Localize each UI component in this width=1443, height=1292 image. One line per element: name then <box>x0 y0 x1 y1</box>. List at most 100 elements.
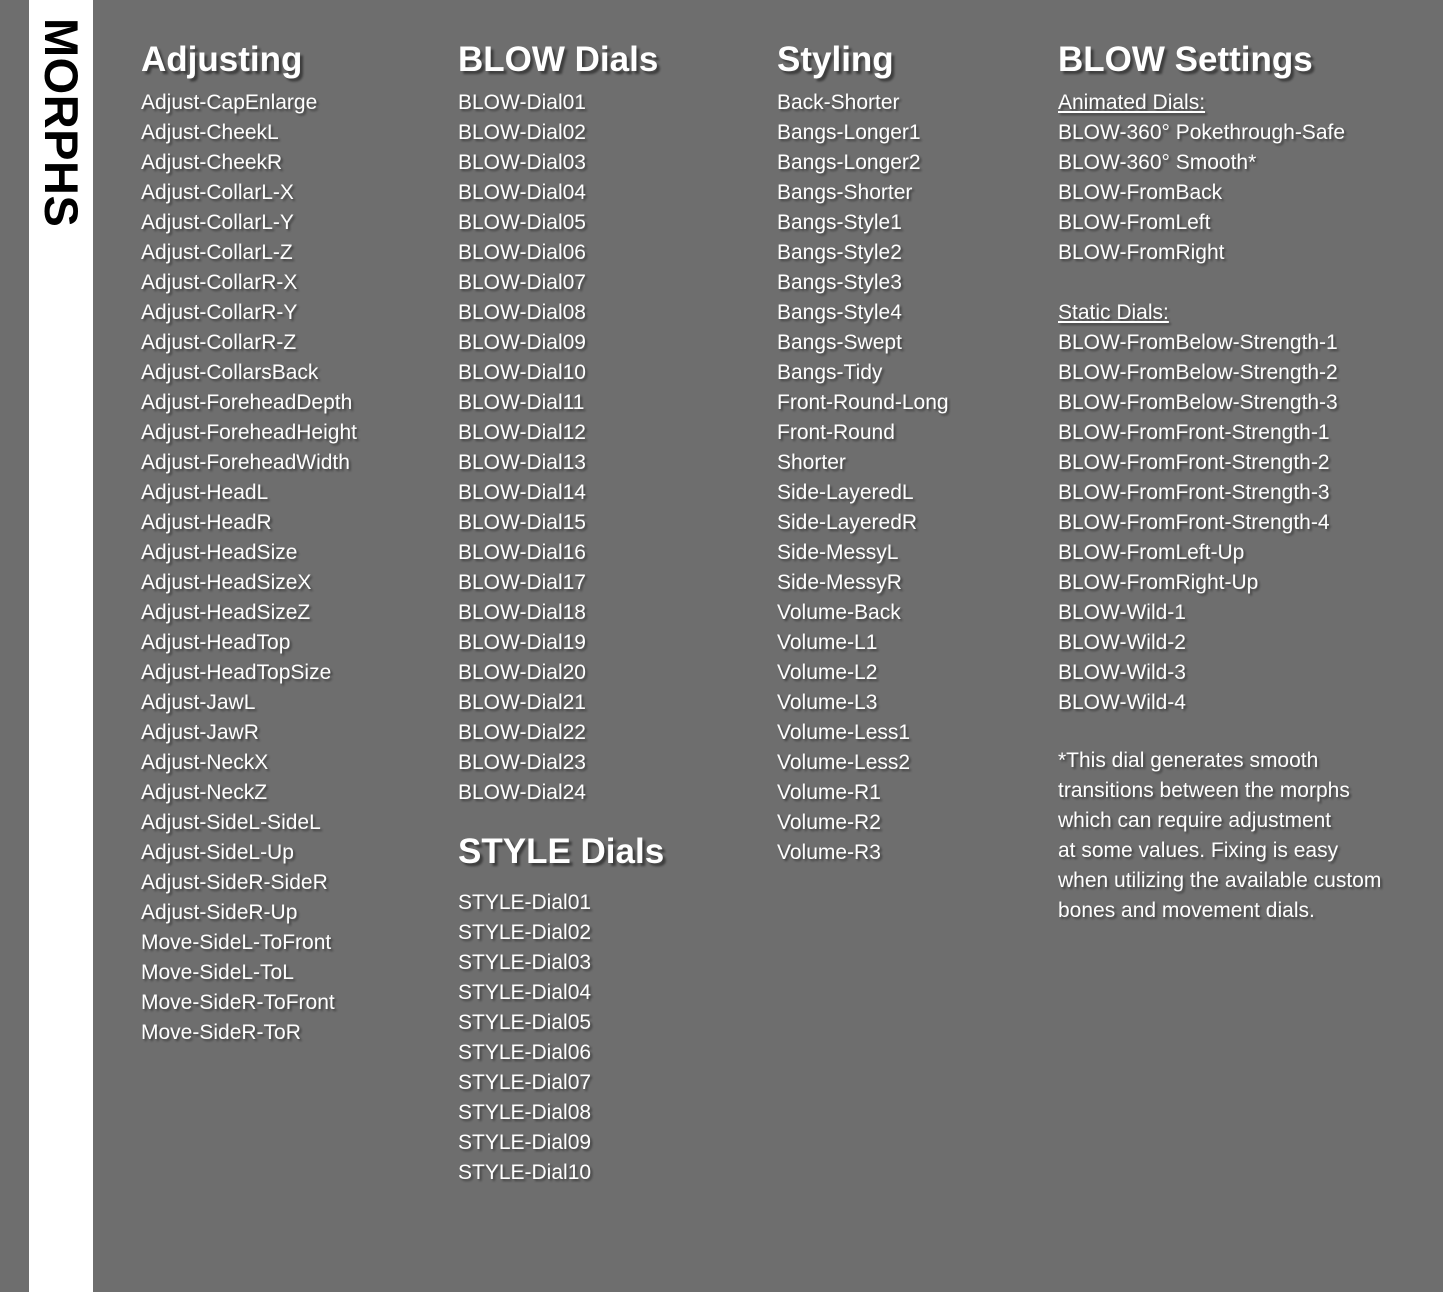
list-item: Move-SideR-ToR <box>141 1021 301 1044</box>
section-title-style-dials: STYLE Dials <box>458 832 665 871</box>
list-item: BLOW-Dial12 <box>458 421 586 444</box>
list-item: Adjust-JawR <box>141 721 259 744</box>
list-item: Adjust-ForeheadWidth <box>141 451 350 474</box>
list-item: BLOW-Dial07 <box>458 271 586 294</box>
list-item: Volume-Back <box>777 601 901 624</box>
list-item: Side-LayeredR <box>777 511 918 534</box>
list-item: Adjust-ForeheadHeight <box>141 421 357 444</box>
list-item: BLOW-Dial21 <box>458 691 586 714</box>
list-item: BLOW-Dial24 <box>458 781 586 804</box>
list-item: Bangs-Style1 <box>777 211 902 234</box>
list-item: Adjust-SideR-SideR <box>141 871 328 894</box>
list-item: Adjust-HeadTop <box>141 631 291 654</box>
list-item: BLOW-360° Smooth* <box>1058 151 1257 174</box>
list-item: BLOW-Dial15 <box>458 511 586 534</box>
list-item: STYLE-Dial06 <box>458 1041 592 1064</box>
column-title-blow-dials: BLOW Dials <box>458 40 659 79</box>
list-item: STYLE-Dial09 <box>458 1131 592 1154</box>
list-item: Move-SideL-ToFront <box>141 931 332 954</box>
list-item: Front-Round <box>777 421 895 444</box>
list-item: BLOW-FromFront-Strength-4 <box>1058 511 1330 534</box>
list-item: Bangs-Shorter <box>777 181 913 204</box>
list-item: Front-Round-Long <box>777 391 949 414</box>
list-item: STYLE-Dial10 <box>458 1161 592 1184</box>
list-item: Adjust-NeckX <box>141 751 269 774</box>
footnote-line: transitions between the morphs <box>1058 779 1350 802</box>
list-item: BLOW-Dial17 <box>458 571 586 594</box>
list-item: BLOW-FromFront-Strength-3 <box>1058 481 1330 504</box>
group-heading: Static Dials: <box>1058 301 1169 324</box>
list-item: BLOW-360° Pokethrough-Safe <box>1058 121 1346 144</box>
list-item: Adjust-SideL-SideL <box>141 811 321 834</box>
list-item: BLOW-Dial10 <box>458 361 586 384</box>
list-item: Adjust-CollarL-X <box>141 181 294 204</box>
list-item: Adjust-CollarR-Z <box>141 331 297 354</box>
list-item: Volume-L3 <box>777 691 878 714</box>
group-list: BLOW-FromBelow-Strength-1 BLOW-FromBelow-… <box>1058 328 1428 718</box>
list-item: Shorter <box>777 451 846 474</box>
list-item: BLOW-FromFront-Strength-1 <box>1058 421 1330 444</box>
list-item: BLOW-Dial18 <box>458 601 586 624</box>
list-item: Back-Shorter <box>777 91 900 114</box>
list-item: BLOW-Dial23 <box>458 751 586 774</box>
list-item: Volume-L1 <box>777 631 878 654</box>
list-item: BLOW-FromBelow-Strength-1 <box>1058 331 1338 354</box>
list-item: BLOW-Dial13 <box>458 451 586 474</box>
list-item: Adjust-HeadSizeX <box>141 571 312 594</box>
list-item: Adjust-CapEnlarge <box>141 91 318 114</box>
list-item: Adjust-CollarL-Y <box>141 211 294 234</box>
list-item: STYLE-Dial03 <box>458 951 592 974</box>
group-heading: Animated Dials: <box>1058 91 1206 114</box>
list-item: Adjust-CheekR <box>141 151 283 174</box>
list-item: Adjust-CheekL <box>141 121 279 144</box>
list-item: BLOW-Dial11 <box>458 391 585 414</box>
blow-settings-groups: Animated Dials: BLOW-360° Pokethrough-Saf… <box>1058 88 1428 718</box>
list-item: Bangs-Tidy <box>777 361 883 384</box>
list-item: Bangs-Longer2 <box>777 151 921 174</box>
column-adjusting: Adjusting Adjust-CapEnlarge Adjust-CheekL… <box>141 40 451 1048</box>
list-item: Volume-R1 <box>777 781 881 804</box>
list-item: BLOW-Dial20 <box>458 661 586 684</box>
list-item: Move-SideR-ToFront <box>141 991 335 1014</box>
list-item: BLOW-FromBack <box>1058 181 1223 204</box>
list-item: BLOW-Dial08 <box>458 301 586 324</box>
list-item: BLOW-Dial16 <box>458 541 586 564</box>
column-title-adjusting: Adjusting <box>141 40 303 79</box>
list-item: STYLE-Dial02 <box>458 921 592 944</box>
list-item: Adjust-NeckZ <box>141 781 268 804</box>
list-item: Bangs-Style3 <box>777 271 902 294</box>
list-item: Volume-Less2 <box>777 751 911 774</box>
list-item: Adjust-HeadR <box>141 511 272 534</box>
style-dials-list: STYLE-Dial01 STYLE-Dial02 STYLE-Dial03 STYL… <box>458 888 768 1188</box>
list-item: BLOW-Dial14 <box>458 481 586 504</box>
footnote-line: at some values. Fixing is easy <box>1058 839 1339 862</box>
list-item: Volume-R3 <box>777 841 881 864</box>
list-item: BLOW-Wild-4 <box>1058 691 1186 714</box>
list-item: STYLE-Dial05 <box>458 1011 592 1034</box>
list-item: Adjust-HeadSize <box>141 541 298 564</box>
list-item: BLOW-FromRight <box>1058 241 1225 264</box>
list-item: BLOW-Dial04 <box>458 181 586 204</box>
list-item: BLOW-Wild-3 <box>1058 661 1186 684</box>
column-blow-settings: BLOW Settings Animated Dials: BLOW-360° P… <box>1058 40 1428 926</box>
list-item: BLOW-Wild-1 <box>1058 601 1186 624</box>
list-item: Adjust-SideL-Up <box>141 841 294 864</box>
list-item: BLOW-FromRight-Up <box>1058 571 1259 594</box>
footnote-line: bones and movement dials. <box>1058 899 1315 922</box>
column-blow-dials: BLOW Dials BLOW-Dial01 BLOW-Dial02 BLOW-Di… <box>458 40 768 1188</box>
list-item: STYLE-Dial04 <box>458 981 592 1004</box>
list-item: Bangs-Longer1 <box>777 121 921 144</box>
list-item: Adjust-HeadSizeZ <box>141 601 311 624</box>
adjusting-list: Adjust-CapEnlarge Adjust-CheekL Adjust-Che… <box>141 88 451 1048</box>
list-item: Side-LayeredL <box>777 481 914 504</box>
list-item: Bangs-Swept <box>777 331 902 354</box>
list-item: BLOW-Dial09 <box>458 331 586 354</box>
list-item: Adjust-HeadTopSize <box>141 661 332 684</box>
list-item: Move-SideL-ToL <box>141 961 294 984</box>
list-item: BLOW-FromBelow-Strength-2 <box>1058 361 1338 384</box>
footnote-line: which can require adjustment <box>1058 809 1332 832</box>
list-item: STYLE-Dial08 <box>458 1101 592 1124</box>
list-item: BLOW-Dial01 <box>458 91 586 114</box>
list-item: Bangs-Style4 <box>777 301 902 324</box>
list-item: Side-MessyR <box>777 571 902 594</box>
